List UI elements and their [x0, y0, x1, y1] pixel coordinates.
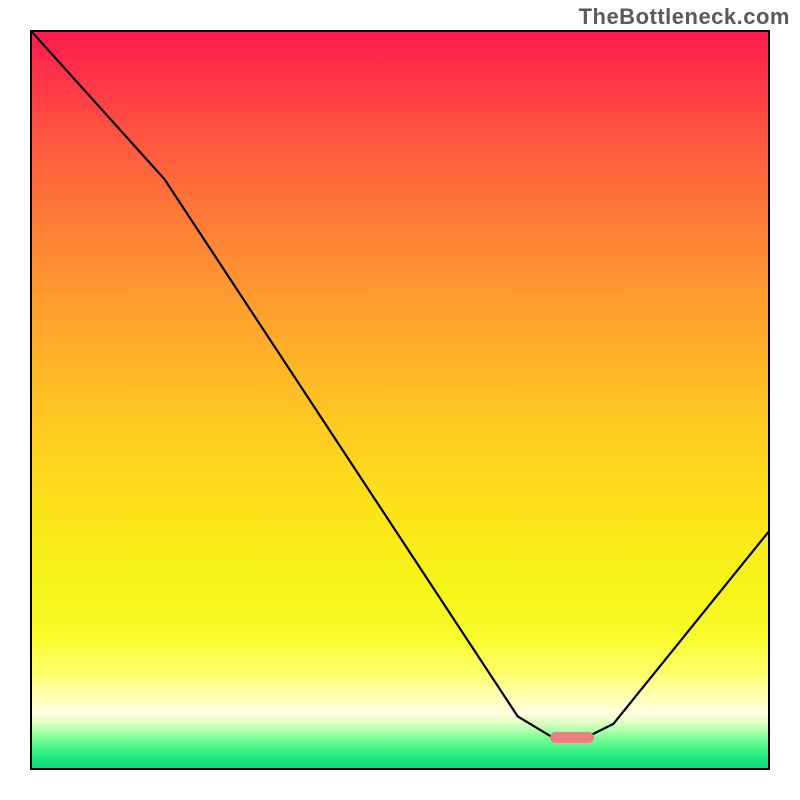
curve-svg — [32, 32, 768, 768]
bottleneck-curve-path — [32, 32, 768, 739]
watermark-label: TheBottleneck.com — [579, 4, 790, 30]
plot-area — [30, 30, 770, 770]
optimal-marker — [550, 732, 594, 744]
chart-container: TheBottleneck.com — [0, 0, 800, 800]
